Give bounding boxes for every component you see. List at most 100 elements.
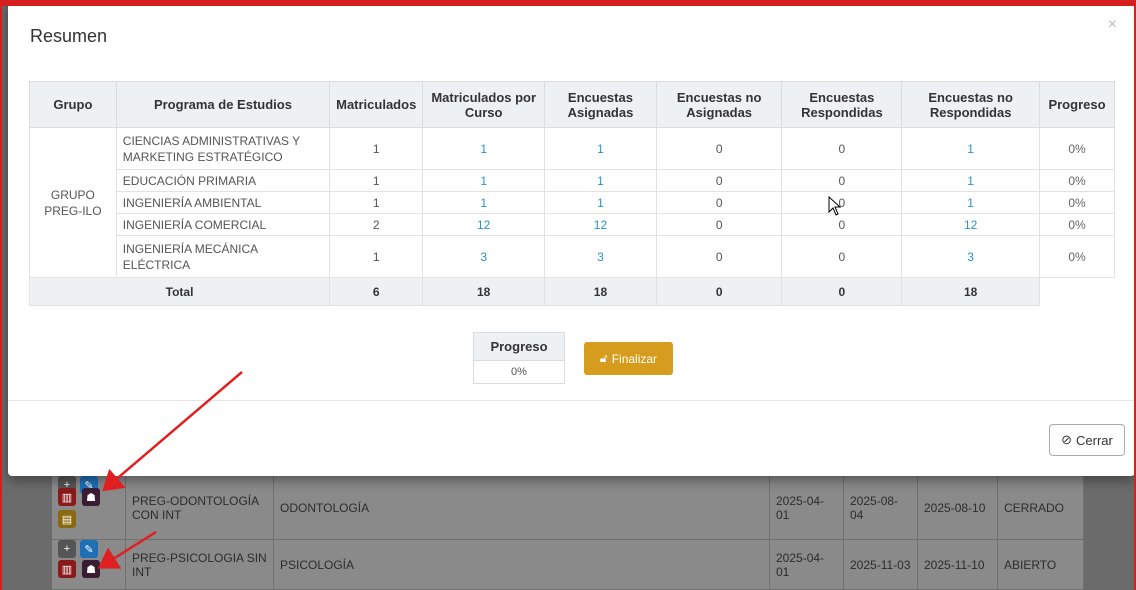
respondidas-cell: 0 <box>781 169 903 192</box>
col-header: Encuestas no Respondidas <box>901 81 1040 128</box>
row-grupo: PREG-PSICOLOGIA SIN INT <box>126 540 274 590</box>
row-fecha1: 2025-04-01 <box>770 476 844 540</box>
summary-modal: Resumen × Grupo Programa de Estudios Mat… <box>8 0 1135 476</box>
unlock-icon: 🔓︎ <box>599 351 608 365</box>
document-icon[interactable]: ▤ <box>58 510 76 528</box>
por-curso-link[interactable]: 12 <box>422 213 546 236</box>
table-row: + ✎ ▥ ☗ ▤ PREG-ODONTOLOGÍA CON INT ODONT… <box>52 476 1084 540</box>
close-button[interactable]: ⊘ Cerrar <box>1049 424 1125 456</box>
progress-value: 0% <box>511 366 527 378</box>
total-label: Total <box>28 277 331 306</box>
col-header: Grupo <box>29 81 117 128</box>
col-header: Encuestas no Asignadas <box>655 81 783 128</box>
table-row: EDUCACIÓN PRIMARIA 1 1 1 0 0 1 0% <box>30 169 1116 192</box>
row-estado: ABIERTO <box>998 540 1084 590</box>
total-respondidas: 0 <box>781 277 903 306</box>
table-header-row: Grupo Programa de Estudios Matriculados … <box>29 81 1116 128</box>
matriculados-cell: 1 <box>329 235 424 278</box>
delete-icon[interactable]: ▥ <box>58 560 76 578</box>
programa-cell: INGENIERÍA MECÁNICA ELÉCTRICA <box>115 235 331 278</box>
users-icon[interactable]: ☗ <box>82 560 100 578</box>
no-respondidas-link[interactable]: 3 <box>901 235 1040 278</box>
finalize-button[interactable]: 🔓︎ Finalizar <box>584 342 673 375</box>
row-fecha2: 2025-08-04 <box>844 476 918 540</box>
col-header: Matriculados por Curso <box>422 81 546 128</box>
col-header: Progreso <box>1038 81 1116 128</box>
close-label: Cerrar <box>1076 432 1113 448</box>
asignadas-link[interactable]: 1 <box>544 169 657 192</box>
edit-icon[interactable]: ✎ <box>80 540 98 558</box>
por-curso-link[interactable]: 1 <box>422 127 546 170</box>
ban-icon: ⊘ <box>1061 432 1073 447</box>
total-no-asignadas: 0 <box>655 277 783 306</box>
total-no-respondidas: 18 <box>901 277 1040 306</box>
por-curso-link[interactable]: 1 <box>422 191 546 214</box>
progreso-cell: 0% <box>1038 235 1116 278</box>
total-por-curso: 18 <box>422 277 546 306</box>
por-curso-link[interactable]: 3 <box>422 235 546 278</box>
total-row: Total 6 18 18 0 0 18 <box>28 277 1115 306</box>
matriculados-cell: 1 <box>329 191 424 214</box>
total-asignadas: 18 <box>544 277 657 306</box>
row-actions: + ✎ ▥ ☗ ▤ <box>52 476 126 540</box>
programa-cell: INGENIERÍA AMBIENTAL <box>115 191 331 214</box>
matriculados-cell: 2 <box>329 213 424 236</box>
table-row: + ✎ ▥ ☗ PREG-PSICOLOGIA SIN INT PSICOLOG… <box>52 540 1084 590</box>
total-blank <box>1039 277 1115 306</box>
respondidas-cell: 0 <box>781 235 903 278</box>
total-matriculados: 6 <box>329 277 424 306</box>
table-row: INGENIERÍA COMERCIAL 2 12 12 0 0 12 0% <box>30 213 1116 236</box>
progreso-cell: 0% <box>1038 191 1116 214</box>
asignadas-link[interactable]: 1 <box>544 191 657 214</box>
asignadas-link[interactable]: 12 <box>544 213 657 236</box>
programa-cell: INGENIERÍA COMERCIAL <box>115 213 331 236</box>
no-asignadas-cell: 0 <box>655 213 783 236</box>
respondidas-cell: 0 <box>781 127 903 170</box>
asignadas-link[interactable]: 1 <box>544 127 657 170</box>
no-asignadas-cell: 0 <box>655 169 783 192</box>
col-header: Programa de Estudios <box>115 81 331 128</box>
col-header: Encuestas Respondidas <box>781 81 903 128</box>
progreso-cell: 0% <box>1038 127 1116 170</box>
add-icon[interactable]: + <box>58 540 76 558</box>
table-row: INGENIERÍA AMBIENTAL 1 1 1 0 0 1 0% <box>30 191 1116 214</box>
col-header: Encuestas Asignadas <box>544 81 657 128</box>
summary-table: Grupo Programa de Estudios Matriculados … <box>28 81 1116 306</box>
row-actions: + ✎ ▥ ☗ <box>52 540 126 590</box>
close-icon[interactable]: × <box>1108 16 1117 34</box>
progress-label: Progreso <box>474 333 564 361</box>
row-estado: CERRADO <box>998 476 1084 540</box>
delete-icon[interactable]: ▥ <box>58 488 76 506</box>
table-row: GRUPO PREG-ILO CIENCIAS ADMINISTRATIVAS … <box>29 127 1116 278</box>
annotation-frame-top <box>0 0 1136 6</box>
progreso-cell: 0% <box>1038 213 1116 236</box>
row-fecha3: 2025-08-10 <box>918 476 998 540</box>
no-respondidas-link[interactable]: 1 <box>901 127 1040 170</box>
row-programa: ODONTOLOGÍA <box>274 476 770 540</box>
users-icon[interactable]: ☗ <box>82 488 100 506</box>
matriculados-cell: 1 <box>329 127 424 170</box>
progress-summary: Progreso 0% <box>473 332 565 384</box>
no-respondidas-link[interactable]: 12 <box>901 213 1040 236</box>
col-header: Matriculados <box>329 81 424 128</box>
no-respondidas-link[interactable]: 1 <box>901 191 1040 214</box>
row-fecha1: 2025-04-01 <box>770 540 844 590</box>
progreso-cell: 0% <box>1038 169 1116 192</box>
modal-divider <box>8 400 1135 401</box>
programa-cell: EDUCACIÓN PRIMARIA <box>115 169 331 192</box>
por-curso-link[interactable]: 1 <box>422 169 546 192</box>
asignadas-link[interactable]: 3 <box>544 235 657 278</box>
no-asignadas-cell: 0 <box>655 235 783 278</box>
modal-title: Resumen <box>30 26 108 46</box>
group-cell: GRUPO PREG-ILO <box>29 127 117 278</box>
row-fecha2: 2025-11-03 <box>844 540 918 590</box>
no-respondidas-link[interactable]: 1 <box>901 169 1040 192</box>
row-grupo: PREG-ODONTOLOGÍA CON INT <box>126 476 274 540</box>
matriculados-cell: 1 <box>329 169 424 192</box>
no-asignadas-cell: 0 <box>655 191 783 214</box>
finalize-label: Finalizar <box>611 351 658 366</box>
programa-cell: CIENCIAS ADMINISTRATIVAS Y MARKETING EST… <box>115 127 331 170</box>
no-asignadas-cell: 0 <box>655 127 783 170</box>
row-programa: PSICOLOGÍA <box>274 540 770 590</box>
row-fecha3: 2025-11-10 <box>918 540 998 590</box>
